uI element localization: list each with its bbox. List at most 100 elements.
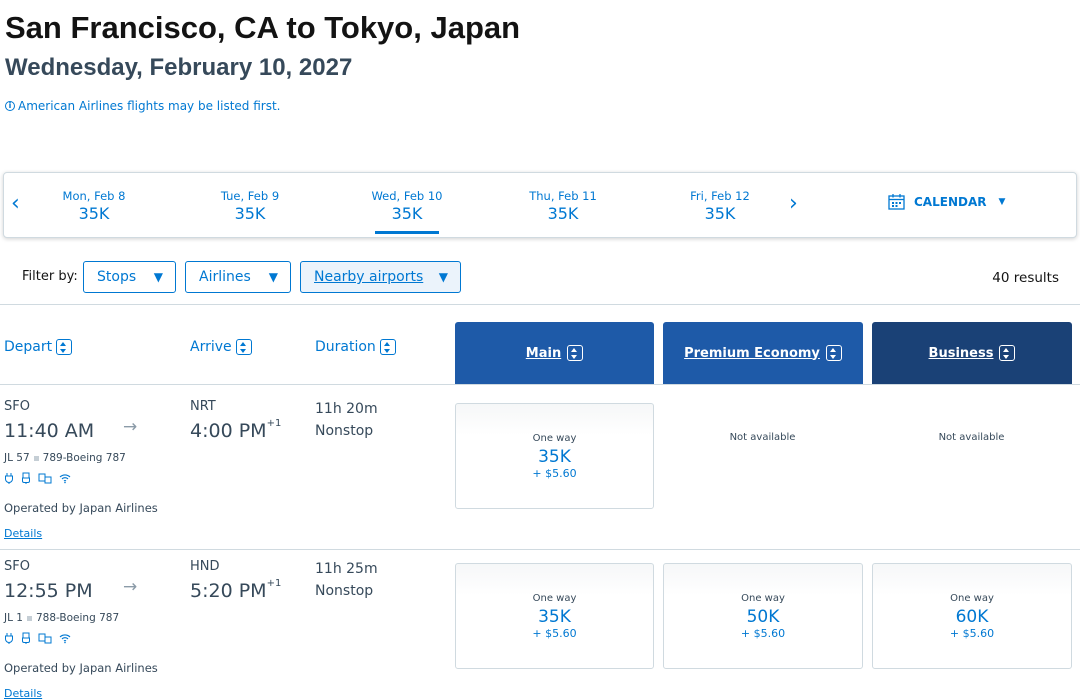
business-not-available: Not available [938,432,1005,443]
divider [0,384,1080,385]
entertainment-icon [38,633,52,644]
travel-date: Wednesday, February 10, 2027 [5,54,353,81]
nearby-airports-filter-button[interactable]: Nearby airports ▼ [300,261,461,293]
main-fare-button[interactable]: One way 35K + $5.60 [455,403,654,509]
flight-stops: Nonstop [315,423,374,439]
arrive-time-group: 4:00 PM+1 [190,418,281,442]
wifi-icon [59,634,71,644]
flight-stops: Nonstop [315,583,374,599]
fare-miles: 35K [538,607,571,627]
duration-sort-header[interactable]: Duration [315,339,396,355]
nearby-airports-label: Nearby airports [314,269,424,285]
sort-icon [235,339,252,355]
depart-time: 11:40 AM [4,420,95,442]
depart-header-label: Depart [4,339,53,355]
main-cabin-header[interactable]: Main [455,322,654,384]
details-link[interactable]: Details [4,687,42,700]
entertainment-icon [38,473,52,484]
airlines-filter-button[interactable]: Airlines ▼ [185,261,291,293]
fare-type: One way [532,433,577,444]
aa-notice: i American Airlines flights may be liste… [5,99,280,113]
arrive-header-label: Arrive [190,339,232,355]
stops-filter-button[interactable]: Stops ▼ [83,261,176,293]
date-price: 35K [704,204,736,223]
airlines-filter-label: Airlines [199,269,251,285]
filter-label: Filter by: [22,269,78,284]
date-label: Tue, Feb 9 [220,189,280,203]
date-option-feb-8[interactable]: Mon, Feb 8 35K [34,189,154,223]
main-fare-button[interactable]: One way 35K + $5.60 [455,563,654,669]
date-price: 35K [391,204,423,223]
arrow-right-icon: → [123,417,138,437]
sort-icon [567,345,584,361]
date-price: 35K [547,204,579,223]
dest-code: NRT [190,399,216,414]
fare-fee: + $5.60 [740,627,786,640]
business-fare-button[interactable]: One way 60K + $5.60 [872,563,1072,669]
aircraft-type: 789-Boeing 787 [42,452,126,464]
arrow-right-icon: → [123,577,138,597]
date-option-feb-10[interactable]: Wed, Feb 10 35K [347,189,467,234]
power-outlet-icon [5,473,13,484]
aircraft-type: 788-Boeing 787 [35,612,120,624]
arrive-time: 5:20 PM [190,580,267,602]
page-title: San Francisco, CA to Tokyo, Japan [5,10,521,45]
premium-not-available: Not available [729,432,796,443]
premium-economy-label: Premium Economy [684,345,820,361]
amenities [4,472,71,484]
info-icon: i [5,101,15,111]
flight-number: JL 1 [4,612,23,624]
flight-info: JL 1 788-Boeing 787 [4,612,119,624]
premium-fare-button[interactable]: One way 50K + $5.60 [663,563,863,669]
results-count: 40 results [992,270,1059,286]
sort-icon [56,339,73,355]
next-dates-chevron-icon[interactable]: › [789,191,798,216]
usb-icon [22,472,30,484]
fare-miles: 50K [746,607,780,627]
fare-miles: 60K [955,607,989,627]
fare-type: One way [532,593,577,604]
sort-icon [379,339,396,355]
flight-info: JL 57 789-Boeing 787 [4,452,126,464]
depart-sort-header[interactable]: Depart [4,339,73,355]
flight-number: JL 57 [4,452,30,464]
fare-fee: + $5.60 [949,627,995,640]
sort-icon [825,345,842,361]
day-offset: +1 [266,577,282,589]
fare-type: One way [741,593,785,604]
date-option-feb-9[interactable]: Tue, Feb 9 35K [190,189,310,223]
flight-duration: 11h 25m [315,561,378,577]
calendar-label: CALENDAR [914,194,987,209]
business-cabin-label: Business [928,345,994,361]
prev-dates-chevron-icon[interactable]: ‹ [11,191,20,216]
flight-duration: 11h 20m [315,401,378,417]
date-label: Mon, Feb 8 [62,189,126,203]
calendar-button[interactable]: CALENDAR ▼ [888,193,1005,210]
date-label: Thu, Feb 11 [529,189,597,203]
arrive-sort-header[interactable]: Arrive [190,339,252,355]
date-option-feb-12[interactable]: Fri, Feb 12 35K [660,189,780,223]
date-price: 35K [234,204,266,223]
caret-down-icon: ▼ [438,270,448,284]
dest-code: HND [190,559,220,574]
caret-down-icon: ▼ [153,270,163,284]
stops-filter-label: Stops [97,269,137,285]
fare-fee: + $5.60 [532,627,577,640]
origin-code: SFO [4,399,30,414]
sort-icon [999,345,1016,361]
details-link[interactable]: Details [4,527,42,540]
wifi-icon [59,474,71,484]
date-label: Wed, Feb 10 [371,189,443,203]
business-cabin-header[interactable]: Business [872,322,1072,384]
date-label: Fri, Feb 12 [690,189,750,203]
selected-date-indicator [375,231,439,234]
usb-icon [22,632,30,644]
filter-bar: Filter by: Stops ▼ Airlines ▼ Nearby air… [0,261,1080,293]
amenities [4,632,71,644]
date-option-feb-11[interactable]: Thu, Feb 11 35K [503,189,623,223]
premium-economy-header[interactable]: Premium Economy [663,322,863,384]
depart-time: 12:55 PM [4,580,93,602]
fare-fee: + $5.60 [532,467,577,480]
divider [0,304,1080,305]
fare-miles: 35K [538,447,571,467]
